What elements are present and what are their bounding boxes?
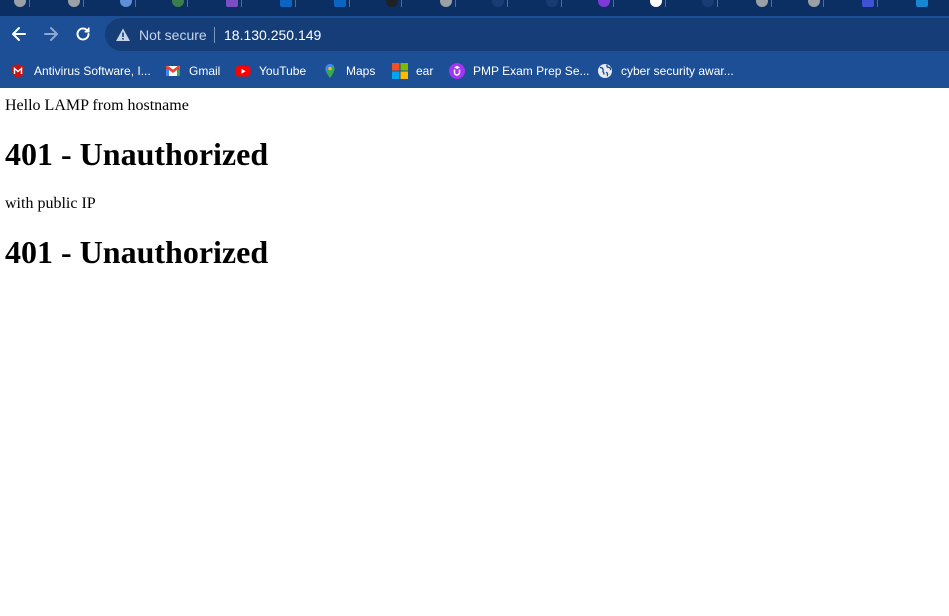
tab-favicon-icon bbox=[546, 0, 558, 7]
reload-icon bbox=[76, 27, 90, 41]
linkedin-icon bbox=[334, 0, 346, 7]
globe-icon bbox=[598, 64, 612, 78]
tab-13[interactable] bbox=[650, 0, 666, 7]
url-text[interactable]: 18.130.250.149 bbox=[224, 27, 321, 43]
hello-text: Hello LAMP from hostname bbox=[5, 97, 189, 114]
linkedin-icon bbox=[280, 0, 292, 7]
bookmark-label: cyber security awar... bbox=[621, 64, 734, 78]
microsoft-logo-icon bbox=[392, 63, 408, 79]
forward-button[interactable] bbox=[41, 24, 61, 44]
tab-18[interactable] bbox=[916, 0, 928, 7]
back-arrow-icon bbox=[12, 27, 26, 41]
address-divider bbox=[214, 27, 215, 43]
reload-button[interactable] bbox=[73, 24, 93, 44]
tab-favicon-icon bbox=[120, 0, 132, 7]
tab-favicon-icon bbox=[440, 0, 452, 7]
tab-1[interactable] bbox=[14, 0, 30, 7]
tab-2[interactable] bbox=[68, 0, 84, 7]
tab-8[interactable] bbox=[386, 0, 402, 7]
tab-favicon-icon bbox=[598, 0, 610, 7]
bookmark-antivirus[interactable]: Antivirus Software, I... bbox=[10, 62, 151, 80]
bookmark-label: PMP Exam Prep Se... bbox=[473, 64, 590, 78]
tab-favicon-icon bbox=[172, 0, 184, 7]
tab-favicon-icon bbox=[916, 0, 928, 7]
unauthorized-heading-1: 401 - Unauthorized bbox=[5, 136, 269, 172]
tab-4[interactable] bbox=[172, 0, 188, 7]
bookmark-youtube[interactable]: YouTube bbox=[235, 62, 306, 80]
tab-16[interactable] bbox=[808, 0, 824, 7]
tab-favicon-icon bbox=[808, 0, 820, 7]
bookmarks-bar: Antivirus Software, I... Gmail YouTube M… bbox=[0, 53, 949, 88]
address-bar[interactable]: Not secure 18.130.250.149 bbox=[105, 18, 949, 51]
public-ip-text: with public IP bbox=[5, 195, 96, 212]
bookmark-label: Maps bbox=[346, 64, 376, 78]
info-icon bbox=[650, 0, 662, 7]
security-status-label[interactable]: Not secure bbox=[139, 27, 207, 43]
tab-strip bbox=[0, 0, 949, 16]
bookmark-label: YouTube bbox=[259, 64, 307, 78]
tab-favicon-icon bbox=[226, 0, 238, 7]
youtube-icon bbox=[235, 66, 251, 77]
tab-favicon-icon bbox=[492, 0, 504, 7]
unauthorized-heading-2: 401 - Unauthorized bbox=[5, 234, 269, 270]
warning-icon[interactable] bbox=[115, 27, 131, 43]
bookmark-label: ear bbox=[416, 64, 434, 78]
tab-7[interactable] bbox=[334, 0, 350, 7]
bookmark-cyber-security[interactable]: cyber security awar... bbox=[597, 62, 734, 80]
tab-favicon-icon bbox=[862, 0, 874, 7]
back-button[interactable] bbox=[9, 24, 29, 44]
bookmark-ear[interactable]: ear bbox=[392, 62, 433, 80]
tab-favicon-icon bbox=[756, 0, 768, 7]
tab-15[interactable] bbox=[756, 0, 772, 7]
browser-toolbar: Not secure 18.130.250.149 bbox=[0, 16, 949, 53]
tab-14[interactable] bbox=[702, 0, 718, 7]
tab-6[interactable] bbox=[280, 0, 296, 7]
forward-arrow-icon bbox=[44, 27, 58, 41]
tab-10[interactable] bbox=[492, 0, 508, 7]
mcafee-shield-icon bbox=[12, 64, 24, 78]
tab-12[interactable] bbox=[598, 0, 614, 7]
bookmark-pmp[interactable]: PMP Exam Prep Se... bbox=[449, 62, 590, 80]
tab-favicon-icon bbox=[702, 0, 714, 7]
bookmark-label: Gmail bbox=[189, 64, 221, 78]
bookmark-label: Antivirus Software, I... bbox=[34, 64, 151, 78]
tab-9[interactable] bbox=[440, 0, 456, 7]
udemy-icon bbox=[449, 63, 465, 79]
tab-favicon-icon bbox=[68, 0, 80, 7]
tab-3[interactable] bbox=[120, 0, 136, 7]
tab-favicon-icon bbox=[386, 0, 398, 7]
gmail-icon bbox=[166, 65, 180, 76]
bookmark-maps[interactable]: Maps bbox=[322, 62, 375, 80]
tab-11[interactable] bbox=[546, 0, 562, 7]
tab-17[interactable] bbox=[862, 0, 878, 7]
maps-pin-icon bbox=[325, 63, 335, 78]
tab-favicon-icon bbox=[14, 0, 26, 7]
tab-5[interactable] bbox=[226, 0, 242, 7]
bookmark-gmail[interactable]: Gmail bbox=[165, 62, 220, 80]
